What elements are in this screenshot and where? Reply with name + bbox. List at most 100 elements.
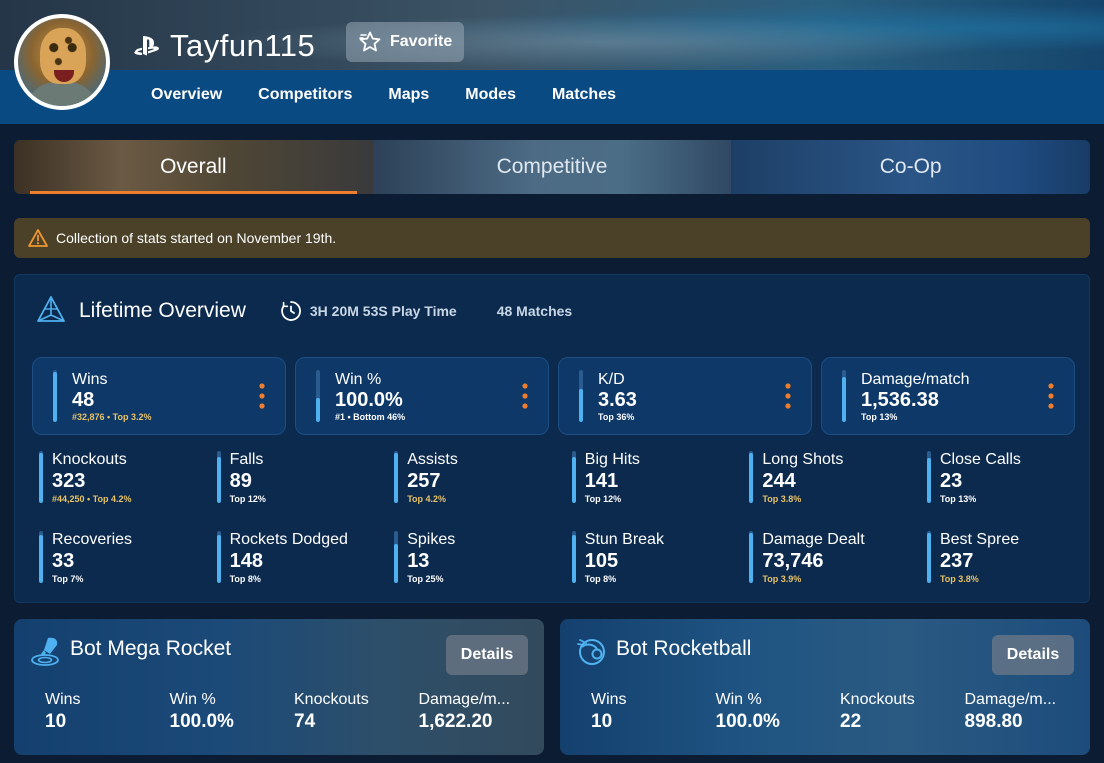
stat-value: 105 (584, 550, 619, 572)
mode-tabs: Overall Competitive Co-Op (14, 140, 1090, 194)
stat-damage-dealt[interactable]: Damage Dealt 73,746 Top 3.9% (749, 527, 927, 584)
stat-value: 141 (584, 470, 619, 492)
percentile-bar (53, 370, 57, 422)
key-stats: Wins 48 #32,876 • Top 3.2% Win % 100.0% … (32, 357, 1075, 435)
stat-rank: #32,876 • Top 3.2% (72, 412, 152, 422)
stat-value: 100.0% (335, 389, 403, 411)
stat-value: 23 (939, 470, 963, 492)
stat-label: K/D (598, 371, 625, 388)
stat-value: 48 (72, 389, 95, 411)
stat-label: Wins (72, 371, 108, 388)
stat-label: Knockouts (52, 451, 127, 468)
profile-header (0, 0, 1104, 124)
stat-card-kd[interactable]: K/D 3.63 Top 36% (558, 357, 812, 435)
playstation-icon (134, 35, 159, 56)
stat-rockets-dodged[interactable]: Rockets Dodged 148 Top 8% (216, 527, 395, 584)
match-count: 48 Matches (496, 303, 573, 319)
nav-competitors[interactable]: Competitors (258, 86, 352, 104)
stat-label: Recoveries (52, 531, 133, 548)
stat-falls[interactable]: Falls 89 Top 12% (216, 447, 395, 504)
nav-maps[interactable]: Maps (388, 86, 429, 104)
stat-assists[interactable]: Assists 257 Top 4.2% (394, 447, 572, 504)
stat-label: Big Hits (584, 451, 640, 468)
tab-overall-label: Overall (160, 155, 227, 178)
stat-card-win-percent[interactable]: Win % 100.0% #1 • Bottom 46% (295, 357, 549, 435)
nav-overview[interactable]: Overview (151, 86, 222, 104)
tab-competitive[interactable]: Competitive (372, 140, 732, 194)
stat-label: Assists (407, 451, 458, 468)
tab-co-op[interactable]: Co-Op (731, 140, 1090, 194)
playlist-stats: Wins 10 Win % 100.0% Knockouts 74 Damage/m.… (45, 691, 543, 733)
favorite-button[interactable]: Favorite (346, 22, 464, 62)
stat-recoveries[interactable]: Recoveries 33 Top 7% (39, 527, 217, 584)
star-icon (359, 31, 381, 52)
stat-label: Win % (715, 691, 762, 708)
stat-label: Win % (335, 371, 382, 388)
percentile-bar (216, 451, 221, 503)
stat-label: Falls (229, 451, 264, 468)
playlist-stat: Win % 100.0% (716, 691, 841, 733)
stat-value: 1,536.38 (861, 389, 939, 411)
stat-label: Spikes (407, 531, 456, 548)
more-options-icon[interactable] (1048, 382, 1054, 410)
stat-value: 33 (52, 550, 75, 572)
stat-best-spree[interactable]: Best Spree 237 Top 3.8% (926, 527, 1104, 584)
playlist-card-bot-mega-rocket[interactable]: Bot Mega Rocket Details Wins 10 Win % 100.… (14, 619, 544, 755)
stat-value: 22 (840, 711, 862, 732)
playlist-stat: Wins 10 (45, 691, 170, 733)
stat-value: 323 (52, 470, 86, 492)
pyramid-icon (37, 296, 65, 322)
percentile-bar (394, 451, 399, 503)
stat-knockouts[interactable]: Knockouts 323 #44,250 • Top 4.2% (39, 447, 217, 504)
stat-value: 244 (762, 470, 796, 492)
stat-long-shots[interactable]: Long Shots 244 Top 3.8% (749, 447, 927, 504)
stat-label: Stun Break (584, 531, 664, 548)
avatar[interactable] (14, 14, 110, 110)
percentile-bar (39, 451, 43, 503)
stat-card-damage-per-match[interactable]: Damage/match 1,536.38 Top 13% (821, 357, 1075, 435)
playlist-stat: Damage/m... 1,622.20 (419, 691, 544, 733)
stat-value: 3.63 (598, 389, 637, 411)
percentile-bar (579, 370, 583, 422)
percentile-bar (216, 531, 221, 583)
stat-rank: Top 3.8% (939, 574, 979, 584)
stat-label: Win % (169, 691, 216, 708)
stat-label: Damage Dealt (762, 531, 865, 548)
stat-rank: Top 25% (407, 574, 444, 584)
stat-stun-break[interactable]: Stun Break 105 Top 8% (571, 527, 750, 584)
stat-value: 148 (229, 550, 263, 572)
playlist-title: Bot Mega Rocket (70, 637, 232, 660)
playlist-stat: Knockouts 22 (840, 691, 965, 733)
more-options-icon[interactable] (522, 382, 528, 410)
stat-rank: Top 7% (52, 574, 84, 584)
stat-rank: Top 13% (861, 412, 898, 422)
stat-spikes[interactable]: Spikes 13 Top 25% (394, 527, 572, 584)
notice-text: Collection of stats started on November … (56, 230, 337, 246)
stat-big-hits[interactable]: Big Hits 141 Top 12% (571, 447, 750, 504)
stat-rank: Top 3.8% (762, 494, 802, 504)
tab-overall[interactable]: Overall (14, 140, 373, 194)
playlist-card-bot-rocketball[interactable]: Bot Rocketball Details Wins 10 Win % 100.0… (560, 619, 1090, 755)
tab-co-op-label: Co-Op (879, 155, 942, 178)
more-options-icon[interactable] (259, 382, 265, 410)
rocketball-icon (577, 639, 605, 665)
stat-label: Damage/m... (964, 691, 1057, 708)
stat-value: 74 (294, 711, 316, 732)
stat-value: 10 (591, 711, 613, 732)
stat-rank: Top 3.9% (762, 574, 802, 584)
details-button[interactable]: Details (446, 635, 528, 675)
details-button[interactable]: Details (992, 635, 1074, 675)
stat-value: 13 (407, 550, 430, 572)
more-options-icon[interactable] (785, 382, 791, 410)
playlist-stat: Knockouts 74 (294, 691, 419, 733)
stat-close-calls[interactable]: Close Calls 23 Top 13% (926, 447, 1104, 504)
stat-value: 89 (229, 470, 252, 492)
playlist-title: Bot Rocketball (616, 637, 752, 660)
stat-label: Knockouts (840, 691, 915, 708)
nav-matches[interactable]: Matches (552, 86, 616, 104)
stat-value: 10 (45, 711, 67, 732)
stat-card-wins[interactable]: Wins 48 #32,876 • Top 3.2% (32, 357, 286, 435)
nav-modes[interactable]: Modes (465, 86, 516, 104)
stat-rank: Top 13% (939, 494, 977, 504)
stats-notice: Collection of stats started on November … (14, 218, 1090, 258)
